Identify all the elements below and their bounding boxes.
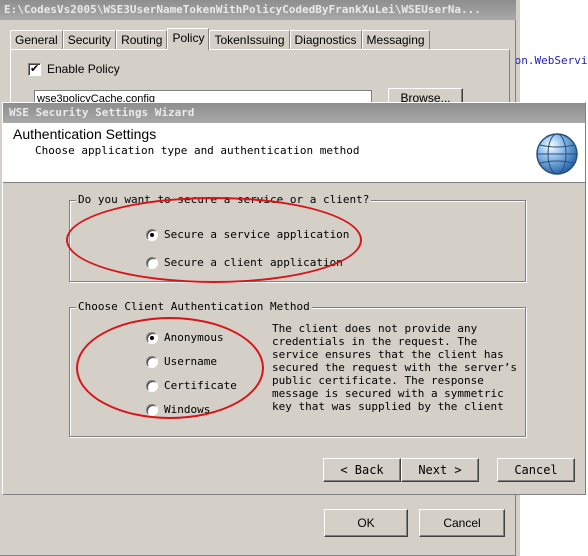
enable-policy-row: Enable Policy [28,62,120,76]
settings-tab-strip: General Security Routing Policy TokenIss… [10,28,430,50]
auth-method-legend: Choose Client Authentication Method [76,300,312,313]
tab-tokenissuing[interactable]: TokenIssuing [209,30,290,50]
tab-messaging[interactable]: Messaging [361,30,430,50]
highlight-ellipse-secure [66,197,362,283]
tab-routing[interactable]: Routing [116,30,168,50]
wizard-cancel-button[interactable]: Cancel [497,458,575,482]
next-button[interactable]: Next > [401,458,479,482]
tab-diagnostics[interactable]: Diagnostics [289,30,362,50]
highlight-ellipse-auth [76,317,264,419]
enable-policy-label: Enable Policy [47,62,120,76]
wizard-title-bar: WSE Security Settings Wizard [3,103,585,123]
dialog-title-bar: E:\CodesVs2005\WSE3UserNameTokenWithPoli… [0,0,516,20]
tab-policy[interactable]: Policy [167,28,210,50]
ok-button[interactable]: OK [324,509,408,537]
globe-icon [536,133,578,175]
security-settings-wizard: WSE Security Settings Wizard Authenticat… [2,102,586,495]
code-line: ion.WebServi [508,54,588,67]
tab-security[interactable]: Security [62,30,117,50]
auth-method-description: The client does not provide any credenti… [272,322,518,413]
back-button[interactable]: < Back [323,458,401,482]
tab-general[interactable]: General [10,30,63,50]
enable-policy-checkbox[interactable] [28,62,41,76]
wizard-subheading: Choose application type and authenticati… [35,144,360,157]
wizard-header: Authentication Settings Choose applicati… [3,123,585,183]
wizard-heading: Authentication Settings [13,126,157,142]
dialog-cancel-button[interactable]: Cancel [419,509,505,537]
